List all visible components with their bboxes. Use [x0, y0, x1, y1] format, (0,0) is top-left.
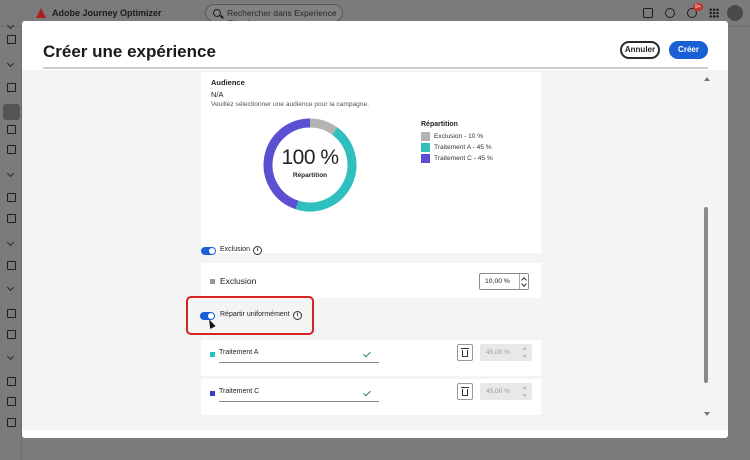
chevron-down-icon[interactable] [6, 169, 15, 178]
chevron-down-icon[interactable] [6, 238, 15, 247]
apps-grid-icon[interactable] [709, 8, 719, 18]
delete-treatment-button[interactable] [457, 383, 473, 400]
legend-label: Traitement C - 45 % [434, 155, 493, 162]
chevron-down-icon[interactable] [6, 59, 15, 68]
treatment-percent-stepper[interactable]: 45,00 % [480, 344, 532, 361]
scroll-down-arrow[interactable] [704, 412, 710, 416]
chevron-down-icon[interactable] [522, 353, 527, 358]
donut-center-value: 100 % [281, 146, 339, 169]
treatment-swatch [210, 352, 215, 357]
treatment-row: Traitement C 45,00 % [201, 379, 541, 415]
dialog-title: Créer une expérience [43, 42, 216, 61]
treatment-percent-value: 45,00 % [486, 388, 510, 395]
chevron-down-icon[interactable] [6, 283, 15, 292]
left-nav-rail [0, 21, 22, 460]
audience-card: Audience N/A Veuillez sélectionner une a… [201, 72, 541, 253]
exclusion-percent-stepper[interactable]: 10,00 % [479, 273, 529, 290]
chevron-up-icon[interactable] [522, 347, 527, 352]
chat-icon[interactable] [643, 8, 653, 18]
audience-value: N/A [211, 90, 224, 99]
chevron-down-icon [521, 281, 527, 287]
treatment-percent-value: 45,00 % [486, 349, 510, 356]
avatar[interactable] [727, 5, 743, 21]
trash-icon [462, 389, 468, 396]
scrollbar-thumb[interactable] [704, 207, 708, 383]
home-icon[interactable] [7, 35, 16, 44]
profiles-icon[interactable] [7, 214, 16, 223]
exclusion-toggle-label: Exclusion [220, 246, 250, 253]
create-experience-dialog: Créer une expérience Annuler Créer Audie… [22, 21, 728, 438]
scroll-up-arrow[interactable] [704, 77, 710, 81]
reports-icon[interactable] [7, 261, 16, 270]
journeys-icon[interactable] [7, 125, 16, 134]
cancel-button[interactable]: Annuler [620, 41, 660, 59]
treatment-name: Traitement A [219, 349, 259, 356]
trash-lid [461, 387, 469, 388]
exclusion-row: Exclusion 10,00 % [201, 263, 541, 298]
settings-icon[interactable] [7, 377, 16, 386]
legend-swatch [421, 143, 430, 152]
treatment-row: Traitement A 45,00 % [201, 340, 541, 376]
info-icon[interactable]: i [253, 246, 262, 255]
legend-title: Répartition [421, 121, 458, 128]
audience-hint: Veuillez sélectionner une audience pour … [211, 101, 369, 108]
delete-treatment-button[interactable] [457, 344, 473, 361]
shield-icon[interactable] [7, 418, 16, 427]
assets-icon[interactable] [7, 330, 16, 339]
help-icon[interactable] [665, 8, 675, 18]
legend-label: Traitement A - 45 % [434, 144, 492, 151]
annotation-highlight-box [186, 296, 314, 335]
exclusion-toggle[interactable] [201, 247, 216, 255]
treatment-swatch [210, 391, 215, 396]
trash-lid [461, 348, 469, 349]
channels-icon[interactable] [7, 309, 16, 318]
checkmark-icon [363, 349, 371, 358]
admin-icon[interactable] [7, 397, 16, 406]
nav-selected-bg [3, 104, 20, 120]
legend-swatch [421, 132, 430, 141]
search-icon [213, 9, 221, 17]
segments-icon[interactable] [7, 193, 16, 202]
search-input[interactable]: Rechercher dans Experience Cloud... [205, 4, 343, 28]
title-divider [43, 67, 708, 69]
treatment-name-field[interactable]: Traitement A [219, 344, 379, 363]
legend-label: Exclusion - 10 % [434, 133, 484, 140]
donut-slice [309, 118, 338, 135]
treatment-name-field[interactable]: Traitement C [219, 383, 379, 402]
treatment-percent-stepper[interactable]: 45,00 % [480, 383, 532, 400]
adobe-logo-icon [36, 8, 46, 18]
trash-icon [462, 350, 468, 357]
exclusion-swatch [210, 279, 215, 284]
chevron-down-icon[interactable] [6, 352, 15, 361]
content-icon[interactable] [7, 145, 16, 154]
exclusion-percent-value: 10,00 % [485, 278, 510, 285]
campaigns-icon[interactable] [7, 83, 16, 92]
chevron-down-icon[interactable] [522, 392, 527, 397]
legend-swatch [421, 154, 430, 163]
create-button[interactable]: Créer [669, 41, 708, 59]
exclusion-label: Exclusion [220, 276, 257, 286]
chevron-up-icon[interactable] [522, 386, 527, 391]
stepper-decrement[interactable] [520, 281, 529, 289]
notification-badge: 9+ [693, 3, 703, 11]
app-title: Adobe Journey Optimizer [52, 8, 162, 18]
treatment-name: Traitement C [219, 388, 260, 395]
checkmark-icon [363, 388, 371, 397]
audience-label: Audience [211, 78, 245, 87]
donut-center-label: Répartition [292, 172, 328, 179]
